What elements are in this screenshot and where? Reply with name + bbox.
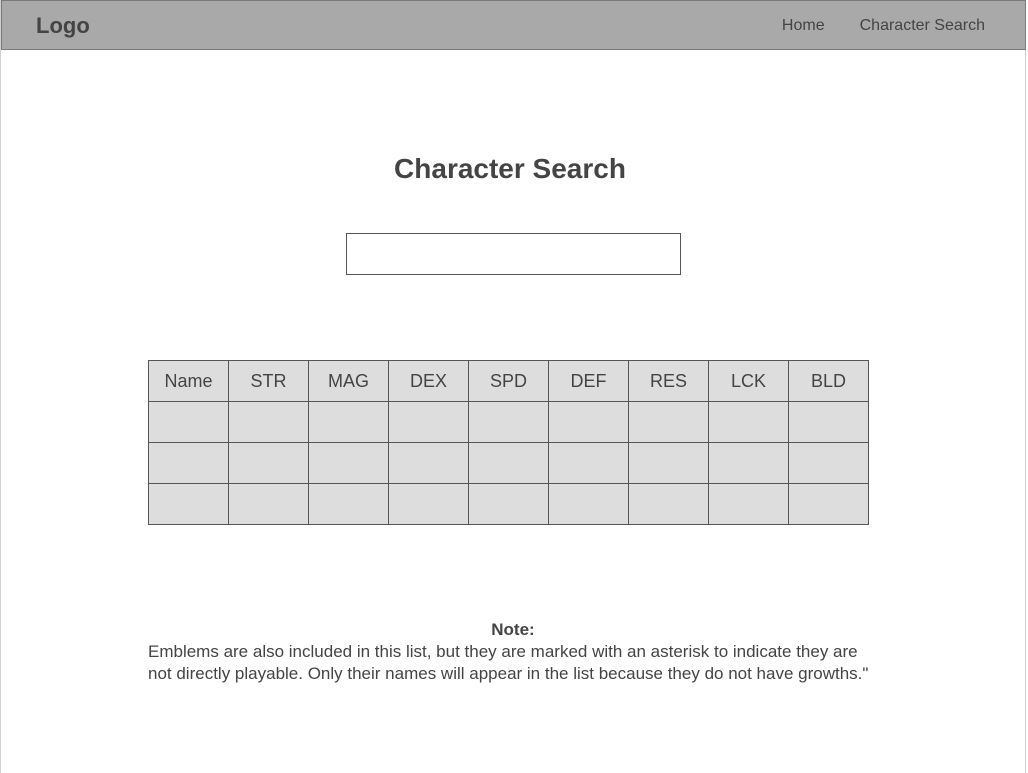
nav-links: Home Character Search (782, 17, 985, 35)
table-cell (388, 483, 469, 525)
nav-link-home[interactable]: Home (782, 17, 825, 35)
column-header-bld: BLD (788, 360, 869, 402)
table-cell (788, 401, 869, 443)
table-cell (388, 401, 469, 443)
column-header-res: RES (628, 360, 709, 402)
logo[interactable]: Logo (36, 13, 90, 39)
table-cell (708, 442, 789, 484)
table-cell (788, 442, 869, 484)
note: Note: Emblems are also included in this … (148, 619, 878, 685)
table-cell (148, 442, 229, 484)
table-cell (788, 483, 869, 525)
table-cell (228, 401, 309, 443)
column-header-mag: MAG (308, 360, 389, 402)
table-cell (308, 483, 389, 525)
table-cell (628, 442, 709, 484)
table-cell (548, 483, 629, 525)
column-header-def: DEF (548, 360, 629, 402)
table-cell (468, 483, 549, 525)
table-cell (228, 483, 309, 525)
column-header-name: Name (148, 360, 229, 402)
note-text: Emblems are also included in this list, … (148, 642, 869, 683)
column-header-str: STR (228, 360, 309, 402)
search-input[interactable] (346, 233, 681, 275)
table-cell (708, 401, 789, 443)
navbar: Logo Home Character Search (1, 0, 1026, 50)
table-cell (708, 483, 789, 525)
table-row (148, 442, 869, 484)
table-cell (548, 442, 629, 484)
table-cell (628, 401, 709, 443)
table-row (148, 401, 869, 443)
column-header-spd: SPD (468, 360, 549, 402)
column-header-lck: LCK (708, 360, 789, 402)
page-title: Character Search (394, 153, 626, 184)
table-cell (308, 442, 389, 484)
character-table: Name STR MAG DEX SPD DEF RES LCK BLD (148, 360, 869, 525)
nav-link-character-search[interactable]: Character Search (860, 17, 985, 35)
table-header-row: Name STR MAG DEX SPD DEF RES LCK BLD (148, 360, 869, 402)
note-heading: Note: (491, 620, 535, 639)
table-cell (468, 442, 549, 484)
table-cell (628, 483, 709, 525)
column-header-dex: DEX (388, 360, 469, 402)
table-cell (468, 401, 549, 443)
table-cell (148, 483, 229, 525)
table-cell (548, 401, 629, 443)
table-cell (308, 401, 389, 443)
table-cell (148, 401, 229, 443)
table-row (148, 483, 869, 525)
table-cell (388, 442, 469, 484)
table-cell (228, 442, 309, 484)
